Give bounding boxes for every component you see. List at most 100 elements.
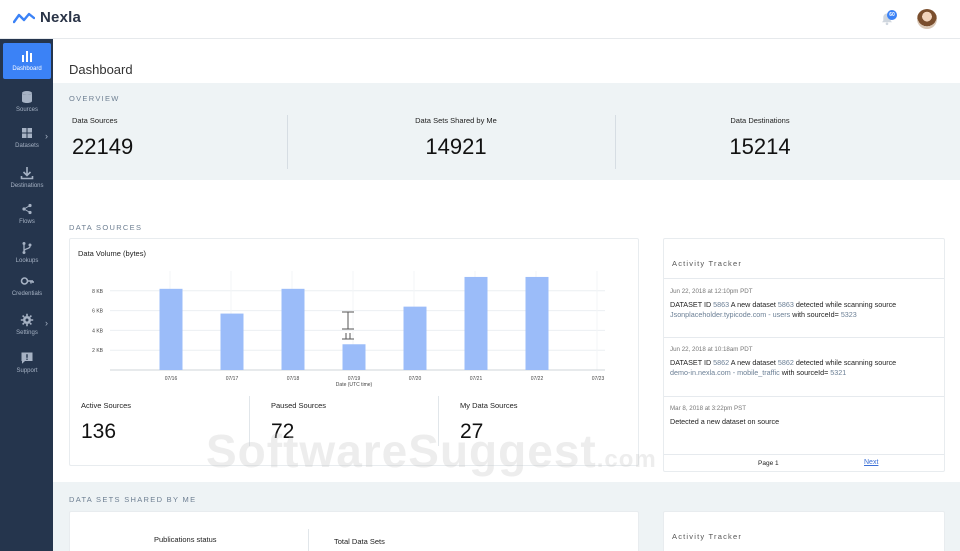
watermark: SoftwareSuggest.com [206,425,657,477]
dataset-id-link[interactable]: 5862 [713,358,729,367]
next-page-link[interactable]: Next [864,459,878,466]
bar-chart-icon [22,51,32,62]
sidebar-item-label: Lookups [15,258,39,264]
pagination-label: Page 1 [758,460,779,467]
chevron-right-icon: › [45,318,48,328]
dataset-id-link[interactable]: 5862 [778,358,794,367]
page-title: Dashboard [69,62,133,77]
database-icon [22,91,32,103]
publications-status-label: Publications status [154,535,217,544]
top-bar: Nexla 60 [0,0,960,39]
sidebar-item-label: Destinations [10,183,44,189]
nexla-logo[interactable]: Nexla [13,9,81,26]
stat-label: My Data Sources [460,401,518,410]
chart-bar [159,288,183,370]
grid-icon [22,128,32,138]
y-tick-label: 6 KB [92,309,104,315]
x-axis-label: Date (UTC time) [336,382,373,388]
chart-bar [281,288,305,370]
source-id-link[interactable]: 5321 [830,368,846,377]
stat-value: 14921 [425,134,487,159]
chart-bar [220,313,244,370]
overview-stat-data-destinations[interactable]: Data Destinations 15214 [625,116,895,160]
activity-tracker-title: Activity Tracker [672,259,743,268]
activity-tracker-card: Activity Tracker Jun 22, 2018 at 12:10pm… [663,238,945,472]
source-link[interactable]: demo-in.nexla.com - mobile_traffic [670,368,780,377]
sidebar-item-sources[interactable]: Sources [3,84,51,120]
overview-stat-data-sets-shared[interactable]: Data Sets Shared by Me 14921 [321,116,591,160]
total-data-sets-label: Total Data Sets [334,537,385,546]
y-tick-label: 2 KB [92,348,104,354]
divider [664,454,944,455]
overview-section: OVERVIEW Data Sources 22149 Data Sets Sh… [53,83,960,180]
activity-entry[interactable]: Mar 8, 2018 at 3:22pm PST Detected a new… [670,404,932,427]
activity-timestamp: Jun 22, 2018 at 10:18am PDT [670,346,753,353]
share-icon [22,203,32,215]
x-tick-label: 07/20 [409,376,422,382]
sidebar-item-settings[interactable]: Settings › [3,307,51,343]
sidebar-item-flows[interactable]: Flows [3,196,51,232]
activity-message: DATASET ID 5863 A new dataset 5863 detec… [670,300,897,319]
chevron-right-icon: › [45,131,48,141]
stat-label: Active Sources [81,401,132,410]
user-avatar[interactable] [917,9,937,29]
chart-bar [403,306,427,370]
sidebar-item-label: Settings [16,330,38,336]
x-tick-label: 07/23 [592,376,605,382]
x-tick-label: 07/22 [531,376,544,382]
stat-label: Data Sets Shared by Me [415,116,497,125]
sidebar-item-destinations[interactable]: Destinations [3,160,51,196]
data-sets-shared-section: DATA SETS SHARED BY ME Publications stat… [53,482,960,551]
publications-card: Publications status Total Data Sets [69,511,639,551]
stat-label: Data Destinations [730,116,790,125]
text-cursor-icon [342,311,354,340]
sidebar-item-datasets[interactable]: Datasets › [3,120,51,156]
notification-badge: 60 [887,10,897,20]
sidebar-item-label: Flows [19,219,35,225]
fork-icon [22,242,32,254]
sidebar-item-label: Dashboard [12,66,42,72]
activity-timestamp: Jun 22, 2018 at 12:10pm PDT [670,288,753,295]
app-name: Nexla [40,9,82,26]
sidebar-item-label: Sources [15,107,38,113]
divider [664,396,944,397]
source-link[interactable]: Jsonplaceholder.typicode.com - users [670,310,790,319]
stat-value: 136 [81,420,117,443]
sidebar-item-credentials[interactable]: Credentials [3,268,51,304]
sidebar: Dashboard Sources Datasets › Destination… [0,39,53,551]
y-tick-label: 8 KB [92,289,104,295]
nexla-logo-icon [13,12,35,23]
sidebar-item-support[interactable]: Support [3,345,51,381]
x-tick-label: 07/16 [165,376,178,382]
stat-active-sources[interactable]: Active Sources 136 [81,401,131,444]
page-header: Dashboard [53,39,960,83]
activity-entry[interactable]: Jun 22, 2018 at 10:18am PDT DATASET ID 5… [670,345,932,378]
chart-bar [525,276,549,370]
x-tick-label: 07/18 [287,376,300,382]
shared-section-label: DATA SETS SHARED BY ME [69,495,197,504]
source-id-link[interactable]: 5323 [841,310,857,319]
x-tick-label: 07/17 [226,376,239,382]
shared-activity-tracker-card: Activity Tracker [663,511,945,551]
divider [615,115,616,169]
divider [308,529,309,551]
sidebar-item-label: Datasets [15,143,39,149]
data-sources-section-label: DATA SOURCES [69,223,143,232]
activity-timestamp: Mar 8, 2018 at 3:22pm PST [670,405,747,412]
sidebar-item-lookups[interactable]: Lookups [3,235,51,271]
dataset-id-link[interactable]: 5863 [713,300,729,309]
chat-icon [21,352,33,364]
sidebar-item-dashboard[interactable]: Dashboard [3,43,51,79]
stat-label: Paused Sources [271,401,327,410]
stat-value: 15214 [729,134,791,159]
chart-bar [342,344,366,370]
dataset-id-link[interactable]: 5863 [778,300,794,309]
x-tick-label: 07/21 [470,376,483,382]
chart-bar [464,276,488,370]
activity-entry[interactable]: Jun 22, 2018 at 12:10pm PDT DATASET ID 5… [670,287,932,320]
gear-icon [20,313,34,327]
activity-message: Detected a new dataset on source [670,417,780,426]
divider [664,337,944,338]
sidebar-item-label: Support [16,368,38,374]
data-volume-chart: 2 KB4 KB6 KB8 KB07/16 07/17 07/18 07/19 07/2… [92,271,605,388]
